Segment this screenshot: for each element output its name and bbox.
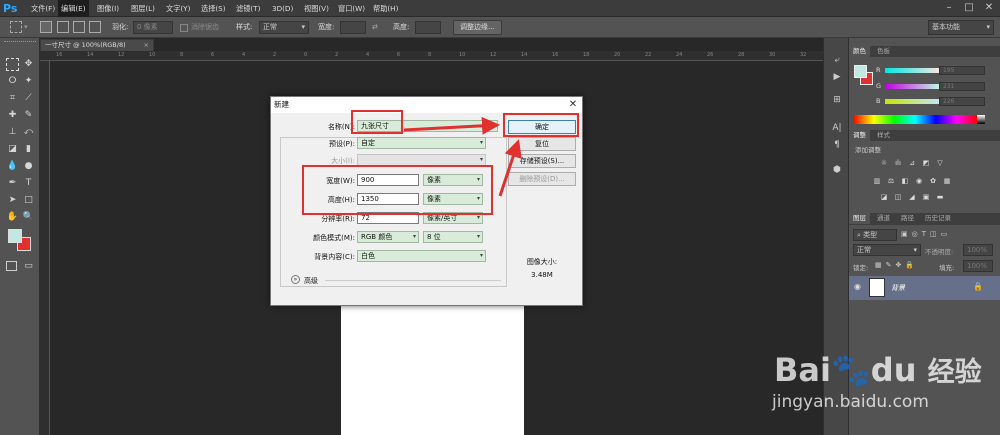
paw-icon: 🐾	[830, 351, 871, 389]
foreground-color-swatch[interactable]	[8, 229, 22, 243]
watermark-brand-cn: 经验	[927, 357, 982, 388]
arrow-name-to-ok	[403, 116, 500, 135]
watermark-brand-prefix: Bai	[774, 351, 831, 389]
arrow-size-to-ok	[498, 139, 522, 197]
baidu-watermark: Bai🐾du 经验 jingyan.baidu.com	[772, 330, 1000, 430]
color-foreground-swatch[interactable]	[854, 65, 867, 78]
watermark-url: jingyan.baidu.com	[772, 392, 929, 412]
watermark-brand-suffix: du	[870, 351, 917, 389]
watermark-brand: Bai🐾du 经验	[774, 350, 982, 389]
